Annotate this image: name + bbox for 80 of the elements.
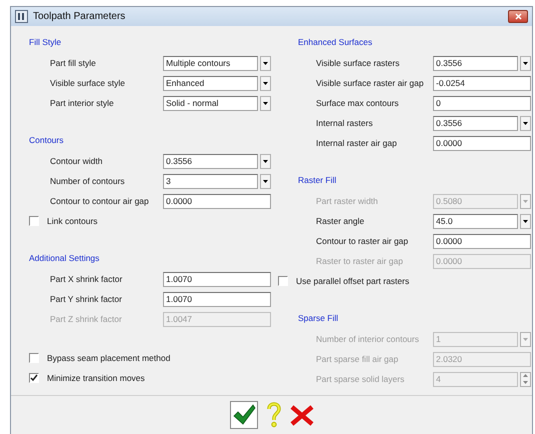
field-label: Part sparse solid layers <box>315 374 406 384</box>
down-arrow-icon <box>523 380 528 384</box>
field-label: Part interior style <box>49 98 115 108</box>
dropdown-button[interactable] <box>520 116 531 130</box>
field-label: Internal raster air gap <box>315 138 398 148</box>
dropdown-field[interactable]: 0.3556 <box>433 56 518 70</box>
close-icon <box>290 404 314 426</box>
dropdown-field[interactable]: 3 <box>163 174 258 188</box>
input-field[interactable]: -0.0254 <box>433 76 531 90</box>
dropdown-arrow-icon <box>263 82 268 84</box>
dropdown-field[interactable]: 0.3556 <box>163 154 258 168</box>
dropdown-field[interactable]: Enhanced <box>163 76 258 90</box>
field-label: Part raster width <box>315 196 379 206</box>
window-icon <box>15 10 28 23</box>
input-field[interactable]: 1.0070 <box>163 272 271 286</box>
checkbox-label: Use parallel offset part rasters <box>296 276 410 286</box>
section-heading: Raster Fill <box>298 174 338 187</box>
input-field[interactable]: 0.0000 <box>163 194 271 208</box>
checkbox[interactable] <box>29 353 39 363</box>
dropdown-arrow-icon <box>263 180 268 182</box>
up-arrow-icon <box>523 374 528 378</box>
dropdown-arrow-icon <box>263 62 268 64</box>
section-heading: Sparse Fill <box>298 312 340 325</box>
dropdown-arrow-icon <box>263 160 268 162</box>
field-label: Raster angle <box>315 216 366 226</box>
dropdown-arrow-icon <box>263 102 268 104</box>
field-label: Visible surface raster air gap <box>315 78 425 88</box>
input-field[interactable]: 0.0000 <box>433 234 531 248</box>
dropdown-button[interactable] <box>260 174 271 188</box>
field-label: Visible surface style <box>49 78 126 88</box>
input-field[interactable]: 0.0000 <box>433 136 531 150</box>
close-icon <box>514 13 522 20</box>
cancel-button[interactable] <box>290 404 314 426</box>
dropdown-arrow-icon <box>523 122 528 124</box>
dropdown-button[interactable] <box>260 56 271 70</box>
dropdown-button[interactable] <box>260 96 271 110</box>
dropdown-button[interactable] <box>520 56 531 70</box>
field-label: Part Z shrink factor <box>49 314 123 324</box>
dropdown-button[interactable] <box>520 214 531 228</box>
question-mark-icon <box>266 402 282 428</box>
field-label: Contour to raster air gap <box>315 236 410 246</box>
dropdown-arrow-icon <box>523 62 528 64</box>
close-button[interactable] <box>508 10 528 23</box>
field-label: Number of interior contours <box>315 334 420 344</box>
checkbox[interactable] <box>29 216 39 226</box>
dropdown-field[interactable]: 45.0 <box>433 214 518 228</box>
field-label: Surface max contours <box>315 98 400 108</box>
dropdown-button[interactable] <box>260 154 271 168</box>
field-label: Number of contours <box>49 176 126 186</box>
dropdown-arrow-icon <box>523 220 528 222</box>
checkbox-label: Bypass seam placement method <box>47 353 170 363</box>
field-label: Part fill style <box>49 58 97 68</box>
section-heading: Contours <box>29 134 64 147</box>
checkbox[interactable] <box>278 276 288 286</box>
dropdown-field[interactable]: Multiple contours <box>163 56 258 70</box>
section-heading: Additional Settings <box>29 252 100 265</box>
field-label: Contour to contour air gap <box>49 196 150 206</box>
dropdown-arrow-icon <box>523 338 528 340</box>
dropdown-arrow-icon <box>523 200 528 202</box>
section-heading: Fill Style <box>29 36 62 49</box>
input-field[interactable]: 0 <box>433 96 531 110</box>
section-heading: Enhanced Surfaces <box>298 36 374 49</box>
field-label: Internal rasters <box>315 118 374 128</box>
checkbox-label: Minimize transition moves <box>47 373 145 383</box>
field-label: Part sparse fill air gap <box>315 354 400 364</box>
field-label: Contour width <box>49 156 104 166</box>
spin-buttons[interactable] <box>520 372 531 386</box>
checkbox[interactable] <box>29 373 39 383</box>
dropdown-field[interactable]: 0.3556 <box>433 116 518 130</box>
dropdown-field[interactable]: Solid - normal <box>163 96 258 110</box>
field-label: Visible surface rasters <box>315 58 400 68</box>
dropdown-button[interactable] <box>260 76 271 90</box>
checkmark-icon <box>232 403 256 427</box>
ok-button[interactable] <box>230 401 258 429</box>
field-label: Part Y shrink factor <box>49 294 123 304</box>
field-label: Part X shrink factor <box>49 274 124 284</box>
window-title: Toolpath Parameters <box>33 11 126 22</box>
field-label: Raster to raster air gap <box>315 256 404 266</box>
checkbox-label: Link contours <box>47 216 98 226</box>
input-field[interactable]: 1.0070 <box>163 292 271 306</box>
